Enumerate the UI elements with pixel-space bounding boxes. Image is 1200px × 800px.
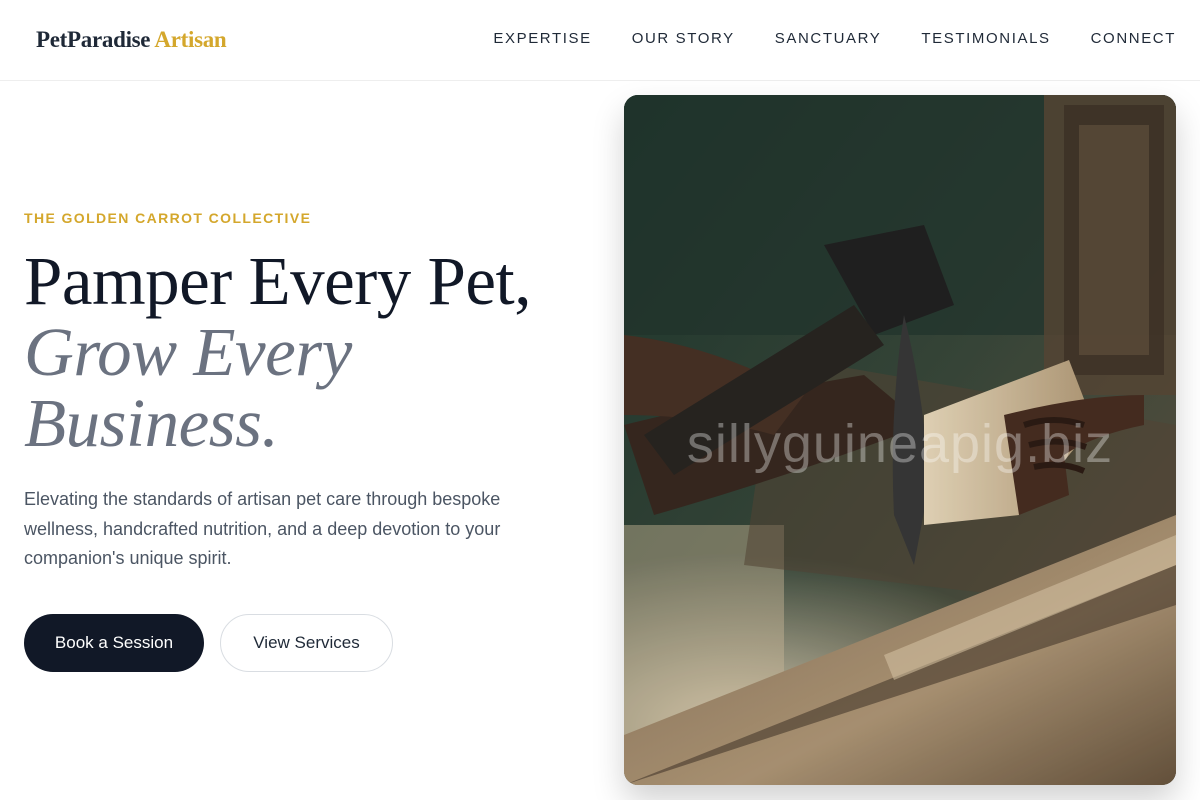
view-services-button[interactable]: View Services	[220, 613, 393, 672]
main-nav: EXPERTISE OUR STORY SANCTUARY TESTIMONIA…	[493, 30, 1176, 47]
brand-logo[interactable]: PetParadise Artisan	[36, 27, 227, 53]
hero-image: sillyguineapig.biz	[624, 95, 1176, 785]
hero-headline: Pamper Every Pet, Grow Every Business.	[24, 246, 604, 459]
hero-content: THE GOLDEN CARROT COLLECTIVE Pamper Ever…	[24, 210, 604, 672]
nav-item-sanctuary[interactable]: SANCTUARY	[775, 30, 882, 47]
hero-eyebrow: THE GOLDEN CARROT COLLECTIVE	[24, 210, 312, 226]
site-header: PetParadise Artisan EXPERTISE OUR STORY …	[0, 0, 1200, 81]
hero-actions: Book a Session View Services	[24, 613, 604, 672]
nav-item-expertise[interactable]: EXPERTISE	[493, 30, 591, 47]
woodcarving-photo	[624, 95, 1176, 785]
nav-item-our-story[interactable]: OUR STORY	[632, 30, 735, 47]
brand-name: PetParadise	[36, 27, 151, 52]
headline-line-1: Pamper Every Pet,	[24, 243, 531, 319]
brand-accent: Artisan	[154, 27, 227, 52]
nav-item-connect[interactable]: CONNECT	[1091, 30, 1176, 47]
hero-description: Elevating the standards of artisan pet c…	[24, 489, 501, 568]
nav-item-testimonials[interactable]: TESTIMONIALS	[921, 30, 1050, 47]
headline-line-2: Grow Every	[24, 314, 352, 390]
headline-line-3: Business.	[24, 385, 279, 461]
book-session-button[interactable]: Book a Session	[24, 613, 204, 672]
